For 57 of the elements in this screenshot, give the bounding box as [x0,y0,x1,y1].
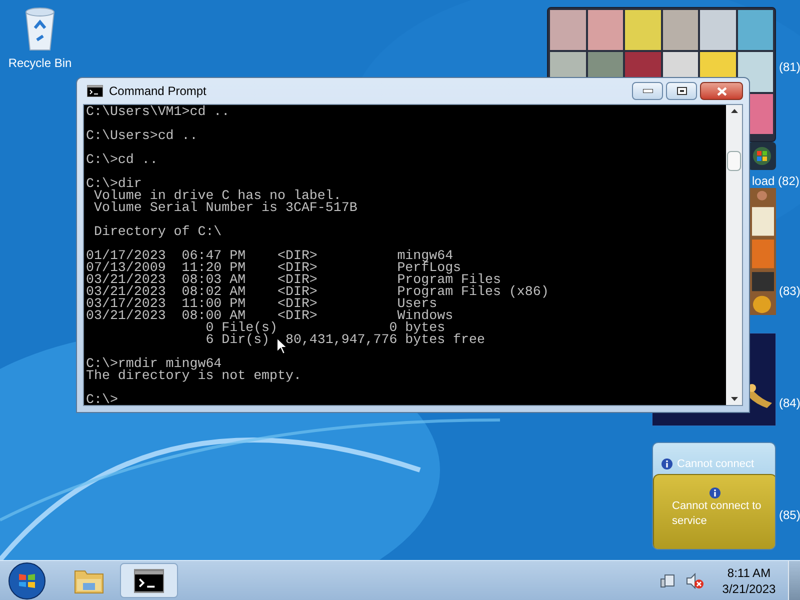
mouse-cursor-icon [276,337,288,355]
maximize-button[interactable] [666,82,697,100]
thumbnail-tile [738,10,773,50]
console-icon [134,568,164,592]
console-line: 01/17/2023 06:47 PM <DIR> mingw64 [86,250,454,262]
start-button[interactable] [8,562,46,600]
gadget-label: (85) [779,507,800,524]
console-line: 0 File(s) 0 bytes [204,322,446,334]
console-line: The directory is not empty. [86,370,302,382]
console-line: 03/21/2023 08:02 AM <DIR> Program Files (x86) [86,286,549,298]
thumbnail-tile [662,10,698,50]
console-line: C:\Users>cd .. [86,130,198,142]
gadget-label: load (82) [752,173,800,190]
muted-speaker-icon[interactable] [686,572,704,588]
gadget-label: (84) [779,395,800,412]
scroll-up-icon[interactable] [730,109,738,113]
console-line: 03/21/2023 08:00 AM <DIR> Windows [86,310,454,322]
console-line: C:\>dir [86,178,142,190]
close-icon [716,86,726,96]
thumbnail-tile [700,10,736,50]
minimize-icon [642,89,652,93]
console-line: C:\>rmdir mingw64 [86,358,222,370]
network-icon[interactable] [660,572,676,588]
clock-time[interactable]: 8:11 AM [727,564,771,580]
status-message: Cannot connect to service [672,499,762,529]
maximize-icon [676,87,686,95]
thumbnail-tile [625,10,660,50]
console-line: C:\> [86,394,118,405]
gadget-panel[interactable] [748,142,776,170]
windows-logo-icon [752,146,772,166]
gadget-label: (83) [779,283,800,300]
console-line: C:\>cd .. [86,154,158,166]
taskbar-button[interactable] [120,563,178,598]
console-line: Volume in drive C has no label. [92,190,342,202]
scroll-down-icon[interactable] [730,397,738,401]
console-line: 03/21/2023 08:03 AM <DIR> Program Files [86,274,501,286]
console-line: Volume Serial Number is 3CAF-517B [92,202,358,214]
info-icon [661,458,673,470]
gadget-label: (81) [779,59,800,76]
scroll-thumb[interactable] [727,151,741,171]
thumbnail-tile [550,10,586,50]
icon-label: Recycle Bin [8,55,72,72]
window-title: Command Prompt [109,83,206,100]
close-button[interactable] [700,82,743,100]
clock-date[interactable]: 3/21/2023 [722,580,776,596]
console-line: C:\Users\VM1>cd .. [86,106,230,118]
thumbnail-tile [588,10,623,50]
console-line: 6 Dir(s) 80,431,947,776 bytes free [204,334,485,346]
console-line: Directory of C:\ [92,226,222,238]
show-desktop-button[interactable] [788,561,800,600]
status-header: Cannot connect [677,457,754,472]
scrollbar[interactable] [726,105,742,405]
console-icon [87,85,103,97]
console-line: 07/13/2009 11:20 PM <DIR> PerfLogs [86,262,462,274]
minimize-button[interactable] [632,82,663,100]
info-icon [709,487,721,499]
console-line: 03/17/2023 11:00 PM <DIR> Users [86,298,438,310]
